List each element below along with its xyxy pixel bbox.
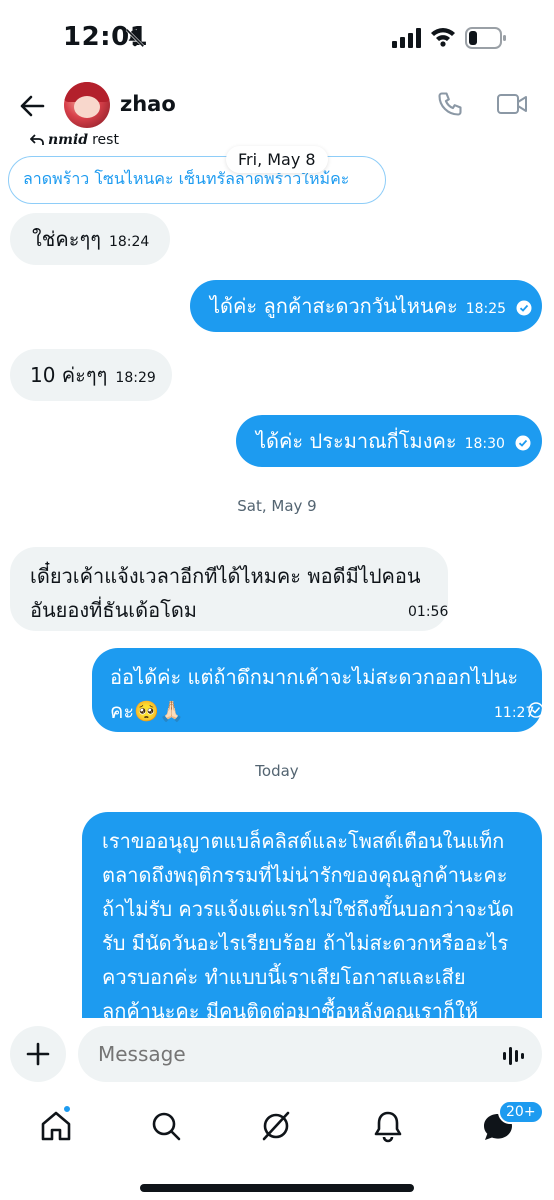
- message-text-line: ถ้าไม่รับ ควรแจ้งแต่แรกไม่ใช่ถึงขั้นบอกว…: [102, 897, 514, 921]
- message-time: 18:30: [464, 436, 505, 452]
- reply-arrow-icon: [30, 134, 44, 145]
- message-bubble-incoming[interactable]: ใช่คะๆๆ 18:24: [10, 213, 170, 265]
- message-input[interactable]: [78, 1026, 542, 1082]
- message-bubble-incoming[interactable]: 10 ค่ะๆๆ 18:29: [10, 349, 172, 401]
- video-camera-icon[interactable]: [496, 92, 528, 116]
- messages-unread-badge: 20+: [498, 1100, 544, 1124]
- avatar[interactable]: [64, 82, 110, 128]
- bottom-tab-bar: 20+: [0, 1092, 554, 1200]
- message-bubble-outgoing[interactable]: เราขออนุญาตแบล็คลิสต์และโพสต์เตือนในแท็ก…: [82, 812, 542, 1052]
- search-icon[interactable]: [148, 1108, 184, 1144]
- read-check-icon: [515, 435, 531, 450]
- message-text: ได้ค่ะ ประมาณกี่โมงคะ: [256, 429, 457, 453]
- status-bar: 12:01: [0, 0, 554, 80]
- date-separator: Sat, May 9: [237, 497, 317, 515]
- signal-icon: [392, 28, 421, 48]
- message-bubble-incoming[interactable]: เดี๋ยวเค้าแจ้งเวลาอีกทีได้ไหมคะ พอดีมีไป…: [10, 547, 448, 631]
- home-indicator: [140, 1184, 414, 1192]
- message-composer: [0, 1018, 554, 1092]
- home-notification-dot: [62, 1104, 72, 1114]
- message-text-line: ควรบอกค่ะ ทำแบบนี้เราเสียโอกาสและเสีย: [102, 965, 466, 989]
- message-text-line: อ่อได้ค่ะ แต่ถ้าดึกมากเค้าจะไม่สะดวกออกไ…: [110, 665, 519, 689]
- message-text-line: คะ🥺🙏🏻: [110, 699, 184, 723]
- add-media-button[interactable]: [10, 1026, 66, 1082]
- message-text: ได้ค่ะ ลูกค้าสะดวกวันไหนคะ: [210, 294, 458, 318]
- contact-name[interactable]: zhao: [120, 92, 176, 116]
- read-check-icon: [516, 300, 532, 315]
- plus-icon: [26, 1042, 50, 1066]
- battery-icon: [465, 27, 506, 49]
- avatar-face: [74, 96, 100, 118]
- message-bubble-outgoing[interactable]: ได้ค่ะ ลูกค้าสะดวกวันไหนคะ 18:25: [190, 280, 542, 332]
- sent-check-icon: [528, 702, 544, 718]
- message-text-line: ตลาดถึงพฤติกรรมที่ไม่น่ารักของคุณลูกค้าน…: [102, 863, 508, 887]
- voice-waveform-icon[interactable]: [502, 1044, 528, 1068]
- notifications-bell-icon[interactable]: [370, 1108, 406, 1144]
- message-time: 18:25: [465, 301, 507, 317]
- reply-styled-name: 𝒏𝒎𝒊𝒅: [48, 132, 89, 148]
- message-bubble-outgoing[interactable]: อ่อได้ค่ะ แต่ถ้าดึกมากเค้าจะไม่สะดวกออกไ…: [92, 648, 544, 732]
- message-bubble-outgoing[interactable]: ได้ค่ะ ประมาณกี่โมงคะ 18:30: [236, 415, 542, 467]
- grok-icon[interactable]: [258, 1108, 294, 1144]
- message-time: 18:24: [108, 234, 150, 250]
- message-text-line: เราขออนุญาตแบล็คลิสต์และโพสต์เตือนในแท็ก: [102, 829, 505, 853]
- floating-date: Fri, May 8: [226, 146, 328, 173]
- phone-icon[interactable]: [436, 90, 464, 118]
- message-text: ใช่คะๆๆ: [32, 227, 101, 251]
- bell-slash-icon: [125, 28, 145, 48]
- message-text-line: เดี๋ยวเค้าแจ้งเวลาอีกทีได้ไหมคะ พอดีมีไป…: [30, 564, 421, 588]
- message-text-line: รับ มีนัดวันอะไรเรียบร้อย ถ้าไม่สะดวกหรื…: [102, 931, 509, 955]
- message-text-line: อันยองที่ธันเด้อโดม: [30, 598, 197, 622]
- reply-hint: 𝒏𝒎𝒊𝒅 rest: [30, 132, 119, 148]
- message-time: 18:29: [115, 370, 156, 386]
- quoted-message[interactable]: ลาดพร้าว โซนไหนคะ เซ็นทรัลลาดพร้าวใหม้คะ: [8, 156, 386, 204]
- message-text: 10 ค่ะๆๆ: [30, 363, 108, 387]
- reply-text: rest: [92, 132, 119, 148]
- back-arrow-icon[interactable]: [18, 92, 46, 120]
- date-separator: Today: [255, 762, 299, 780]
- message-time: 01:56: [408, 604, 449, 620]
- wifi-icon: [431, 28, 455, 47]
